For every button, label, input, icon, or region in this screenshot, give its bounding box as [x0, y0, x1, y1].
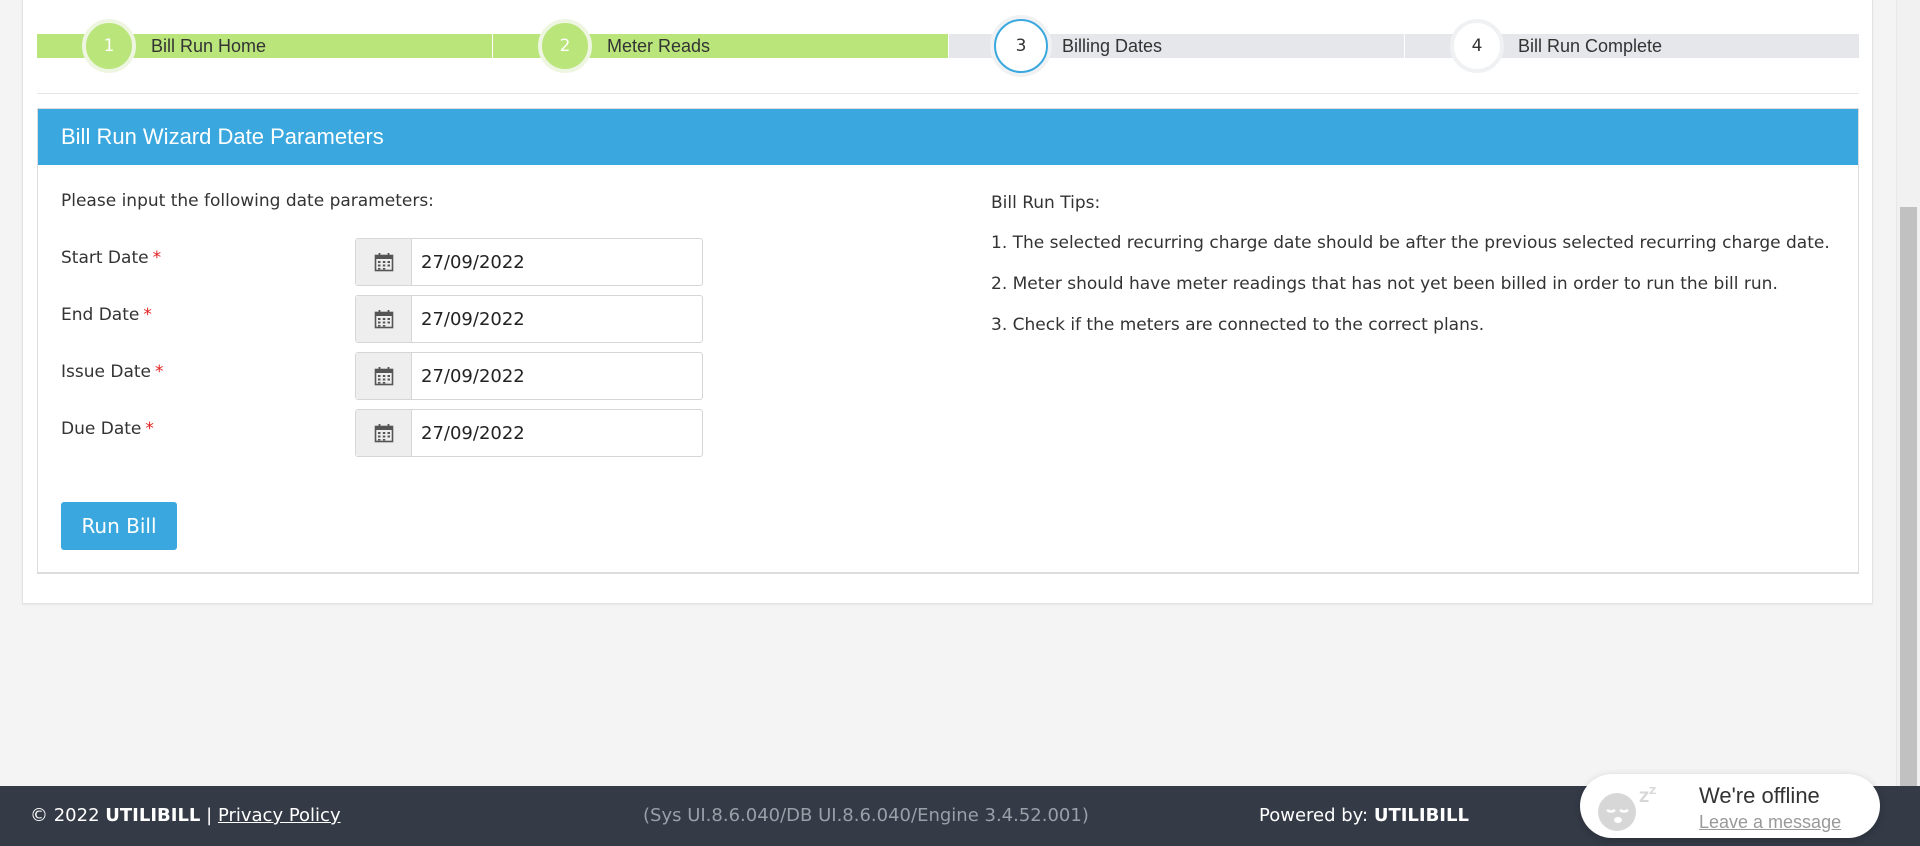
step-3-number: 3	[1015, 36, 1027, 56]
start-date-group	[355, 238, 703, 286]
svg-text:Z: Z	[1649, 786, 1656, 797]
due-date-group	[355, 409, 703, 457]
step-4-label[interactable]: Bill Run Complete	[1518, 34, 1662, 58]
scrollbar-thumb[interactable]	[1900, 207, 1917, 786]
step-3-label[interactable]: Billing Dates	[1062, 34, 1162, 58]
issue-date-group	[355, 352, 703, 400]
chat-status: We're offline	[1699, 783, 1820, 808]
wizard-steps: 1 Bill Run Home 2 Meter Reads 3 Billing …	[37, 0, 1859, 94]
calendar-icon[interactable]	[356, 239, 412, 285]
leave-message-link[interactable]: Leave a message	[1699, 812, 1841, 833]
version-info: (Sys UI.8.6.040/DB UI.8.6.040/Engine 3.4…	[643, 805, 1089, 826]
page-scrollbar[interactable]	[1896, 0, 1920, 786]
calendar-icon[interactable]	[356, 353, 412, 399]
powered-brand: UTILIBILL	[1373, 805, 1469, 826]
run-bill-button[interactable]: Run Bill	[61, 502, 177, 550]
panel-title: Bill Run Wizard Date Parameters	[38, 109, 1858, 165]
issue-date-label: Issue Date *	[61, 362, 164, 382]
end-date-input[interactable]	[412, 296, 702, 342]
step-1-number: 1	[103, 36, 115, 56]
step-4-number: 4	[1471, 36, 1483, 56]
privacy-policy-link[interactable]: Privacy Policy	[218, 805, 341, 826]
tips-title: Bill Run Tips:	[991, 193, 1101, 213]
tip-item: 3. Check if the meters are connected to …	[991, 315, 1485, 335]
end-date-label: End Date *	[61, 305, 152, 325]
svg-text:Z: Z	[1639, 790, 1649, 806]
calendar-icon[interactable]	[356, 410, 412, 456]
step-1-circle[interactable]: 1	[82, 19, 136, 73]
issue-date-input[interactable]	[412, 353, 702, 399]
due-date-label: Due Date *	[61, 419, 154, 439]
step-4-circle[interactable]: 4	[1450, 19, 1504, 73]
tip-item: 1. The selected recurring charge date sh…	[991, 233, 1830, 253]
step-2-number: 2	[559, 36, 571, 56]
footer-separator: |	[206, 805, 213, 826]
end-date-group	[355, 295, 703, 343]
required-marker: *	[155, 362, 164, 382]
required-marker: *	[152, 248, 162, 268]
start-date-label: Start Date *	[61, 248, 162, 268]
chat-widget[interactable]: Z Z We're offline Leave a message	[1580, 774, 1880, 838]
intro-text: Please input the following date paramete…	[61, 191, 434, 211]
required-marker: *	[143, 305, 152, 325]
sleeping-face-icon: Z Z	[1593, 784, 1663, 832]
step-2-circle[interactable]: 2	[538, 19, 592, 73]
step-2-label[interactable]: Meter Reads	[607, 34, 710, 58]
powered-by: Powered by: UTILIBILL	[1259, 805, 1469, 826]
footer-brand: UTILIBILL	[105, 805, 201, 826]
calendar-icon[interactable]	[356, 296, 412, 342]
required-marker: *	[145, 419, 154, 439]
due-date-input[interactable]	[412, 410, 702, 456]
step-1-label[interactable]: Bill Run Home	[151, 34, 266, 58]
tip-item: 2. Meter should have meter readings that…	[991, 274, 1778, 294]
start-date-input[interactable]	[412, 239, 702, 285]
date-parameters-panel: Bill Run Wizard Date Parameters Please i…	[37, 108, 1859, 574]
step-3-circle[interactable]: 3	[994, 19, 1048, 73]
bill-run-tips: Bill Run Tips: 1. The selected recurring…	[991, 191, 1841, 354]
footer-copyright: © 2022 UTILIBILL | Privacy Policy	[30, 805, 341, 826]
